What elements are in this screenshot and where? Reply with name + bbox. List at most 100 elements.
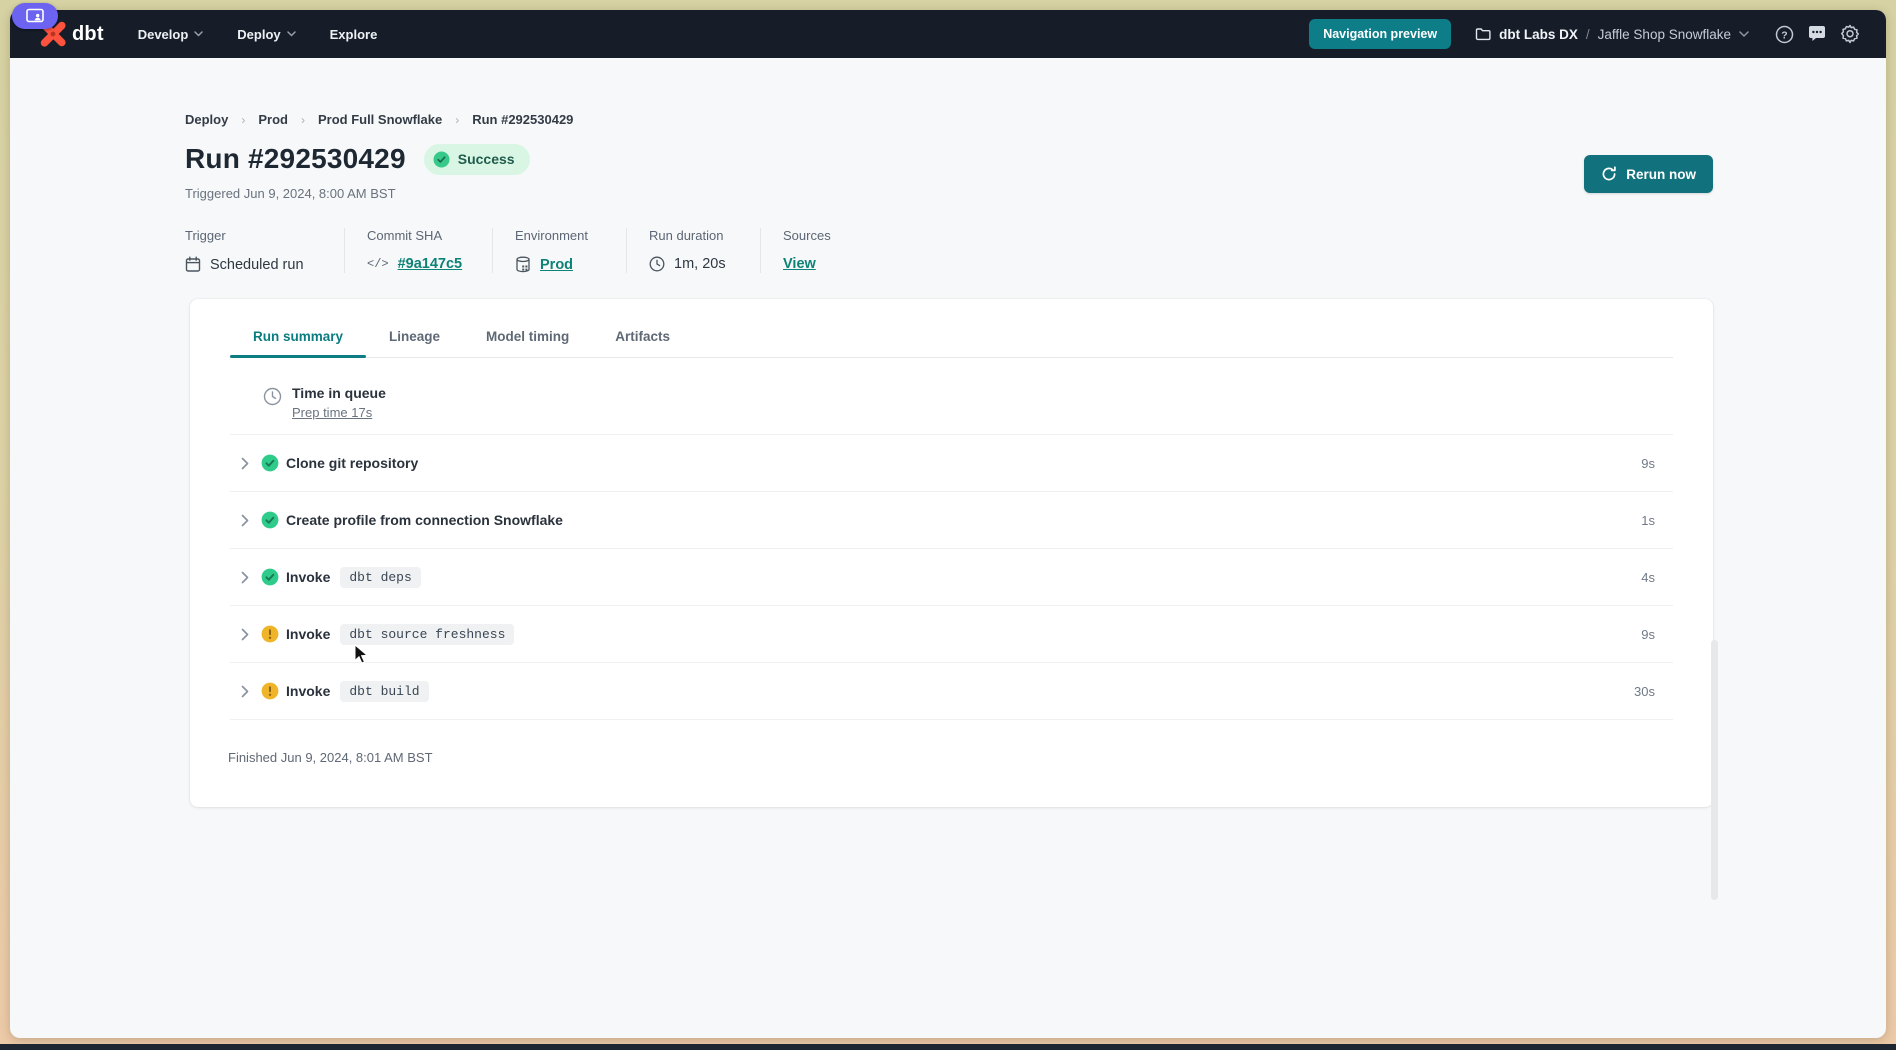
meta-label: Run duration: [649, 228, 738, 243]
meta-label: Commit SHA: [367, 228, 470, 243]
tab-artifacts[interactable]: Artifacts: [592, 329, 693, 357]
meta-label: Environment: [515, 228, 604, 243]
navbar-icon-group: ?: [1775, 24, 1860, 44]
step-label: Invoke: [286, 569, 330, 585]
step-row-dbt-deps[interactable]: Invoke dbt deps 4s: [230, 549, 1673, 606]
run-summary-card: Run summary Lineage Model timing Artifac…: [190, 299, 1713, 807]
command-chip: dbt build: [340, 681, 428, 702]
breadcrumb-chevron: ›: [301, 113, 305, 127]
nav-item-deploy[interactable]: Deploy: [237, 27, 295, 42]
tab-model-timing[interactable]: Model timing: [463, 329, 592, 357]
breadcrumb-deploy[interactable]: Deploy: [185, 112, 228, 127]
queue-title: Time in queue: [292, 385, 386, 401]
folder-icon: [1475, 27, 1491, 41]
success-icon: [261, 568, 279, 586]
step-row-dbt-source-freshness[interactable]: Invoke dbt source freshness 9s: [230, 606, 1673, 663]
project-name[interactable]: Jaffle Shop Snowflake: [1598, 27, 1731, 42]
breadcrumb-run[interactable]: Run #292530429: [472, 112, 573, 127]
meta-environment: Environment Prod: [493, 228, 627, 273]
settings-icon[interactable]: [1840, 24, 1860, 44]
meta-trigger: Trigger Scheduled run: [185, 228, 345, 273]
command-chip: dbt source freshness: [340, 624, 514, 645]
sources-view-link[interactable]: View: [783, 256, 816, 272]
status-badge: Success: [424, 144, 530, 175]
clock-icon: [263, 387, 282, 406]
screen-share-icon: [25, 8, 45, 24]
commit-sha-link[interactable]: #9a147c5: [398, 256, 463, 272]
prep-time-link[interactable]: Prep time 17s: [292, 405, 386, 420]
nav-item-label: Develop: [138, 27, 189, 42]
help-icon[interactable]: ?: [1775, 25, 1794, 44]
success-icon: [261, 454, 279, 472]
meta-label: Sources: [783, 228, 831, 243]
app-window: dbt Develop Deploy Explore Navigation pr…: [10, 10, 1886, 1038]
calendar-icon: [185, 256, 201, 273]
breadcrumb: Deploy › Prod › Prod Full Snowflake › Ru…: [185, 58, 1886, 127]
step-duration: 9s: [1641, 456, 1673, 471]
chevron-right-icon[interactable]: [241, 457, 249, 470]
step-row-create-profile[interactable]: Create profile from connection Snowflake…: [230, 492, 1673, 549]
rerun-label: Rerun now: [1626, 167, 1696, 182]
environment-link[interactable]: Prod: [540, 257, 573, 273]
warning-icon: [261, 682, 279, 700]
command-chip: dbt deps: [340, 567, 420, 588]
chevron-right-icon[interactable]: [241, 571, 249, 584]
step-label: Clone git repository: [286, 455, 418, 471]
chevron-right-icon[interactable]: [241, 628, 249, 641]
tab-lineage[interactable]: Lineage: [366, 329, 463, 357]
rerun-now-button[interactable]: Rerun now: [1584, 155, 1713, 193]
chevron-down-icon: [287, 31, 296, 37]
chevron-down-icon: [194, 31, 203, 37]
breadcrumb-job[interactable]: Prod Full Snowflake: [318, 112, 442, 127]
nav-item-develop[interactable]: Develop: [138, 27, 204, 42]
nav-item-label: Deploy: [237, 27, 280, 42]
feedback-icon[interactable]: [1807, 25, 1827, 43]
success-check-icon: [433, 151, 450, 168]
step-duration: 30s: [1634, 684, 1673, 699]
project-breadcrumb[interactable]: dbt Labs DX / Jaffle Shop Snowflake: [1475, 27, 1749, 42]
breadcrumb-chevron: ›: [455, 113, 459, 127]
brand-text: dbt: [72, 23, 104, 46]
navigation-preview-button[interactable]: Navigation preview: [1309, 19, 1451, 49]
svg-text:?: ?: [1781, 29, 1787, 41]
step-label: Invoke: [286, 683, 330, 699]
meta-commit-sha: Commit SHA </> #9a147c5: [345, 228, 493, 273]
warning-icon: [261, 625, 279, 643]
code-icon: </>: [367, 257, 389, 271]
navbar-right: Navigation preview dbt Labs DX / Jaffle …: [1309, 19, 1860, 49]
breadcrumb-separator: /: [1586, 27, 1590, 42]
nav-item-label: Explore: [330, 27, 378, 42]
run-meta-row: Trigger Scheduled run Commit SHA </> #9a…: [185, 228, 1886, 273]
step-row-clone-git[interactable]: Clone git repository 9s: [230, 435, 1673, 492]
nav-menu: Develop Deploy Explore: [138, 27, 378, 42]
step-label: Create profile from connection Snowflake: [286, 512, 563, 528]
tab-bar: Run summary Lineage Model timing Artifac…: [230, 299, 1673, 358]
meta-sources: Sources View: [761, 228, 853, 273]
scrollbar-thumb[interactable]: [1711, 640, 1718, 900]
top-navbar: dbt Develop Deploy Explore Navigation pr…: [10, 10, 1886, 58]
step-duration: 4s: [1641, 570, 1673, 585]
step-row-dbt-build[interactable]: Invoke dbt build 30s: [230, 663, 1673, 720]
run-detail-page: Deploy › Prod › Prod Full Snowflake › Ru…: [10, 58, 1886, 1038]
time-in-queue-row: Time in queue Prep time 17s: [230, 358, 1673, 435]
account-name[interactable]: dbt Labs DX: [1499, 27, 1578, 42]
step-duration: 1s: [1641, 513, 1673, 528]
screen-share-badge[interactable]: [12, 3, 58, 29]
bottom-edge-strip: [0, 1044, 1896, 1050]
chevron-right-icon[interactable]: [241, 514, 249, 527]
status-label: Success: [458, 151, 515, 167]
success-icon: [261, 511, 279, 529]
chevron-right-icon[interactable]: [241, 685, 249, 698]
breadcrumb-chevron: ›: [241, 113, 245, 127]
breadcrumb-prod[interactable]: Prod: [258, 112, 288, 127]
database-icon: [515, 256, 531, 273]
refresh-icon: [1601, 166, 1617, 182]
meta-run-duration: Run duration 1m, 20s: [627, 228, 761, 273]
meta-label: Trigger: [185, 228, 322, 243]
tab-run-summary[interactable]: Run summary: [230, 329, 366, 357]
trigger-value: Scheduled run: [210, 257, 304, 273]
page-title: Run #292530429: [185, 143, 406, 175]
finished-timestamp: Finished Jun 9, 2024, 8:01 AM BST: [228, 750, 1713, 765]
chevron-down-icon[interactable]: [1739, 31, 1749, 38]
nav-item-explore[interactable]: Explore: [330, 27, 378, 42]
